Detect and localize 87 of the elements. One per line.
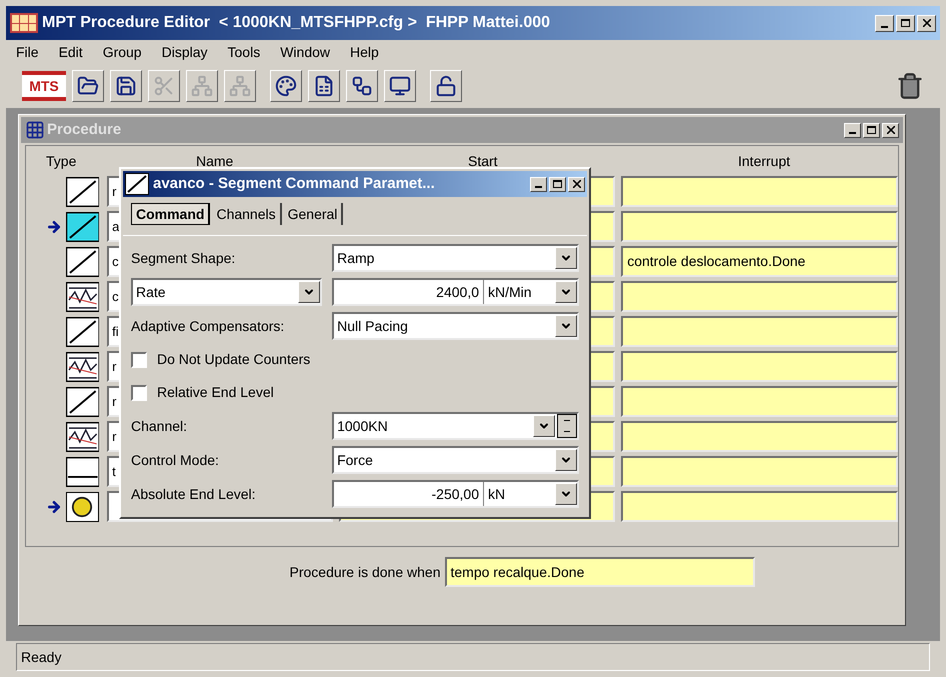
checkbox-label: Relative End Level [157,383,274,402]
dropdown-arrow-button[interactable] [555,449,577,471]
ramp-icon[interactable] [66,176,100,206]
interrupt-field[interactable]: controle deslocamento.Done [621,246,898,277]
rate-value-field[interactable]: 2400,0 kN/Min [332,278,579,306]
ramp-icon[interactable] [66,246,100,276]
dialog-tab[interactable]: Channels [212,203,282,225]
done-condition-label: Procedure is done when [290,562,440,582]
monitor-icon[interactable] [384,70,416,102]
select-field[interactable]: Force [332,446,579,474]
close-icon [572,180,580,188]
interrupt-field[interactable] [621,491,898,522]
menu-item[interactable]: File [16,42,39,62]
ramp-icon[interactable] [66,386,100,416]
spinner-button[interactable] [557,414,577,438]
select-field[interactable]: Null Pacing [332,312,579,340]
column-header: Type [45,152,78,171]
ramp-icon [125,173,149,195]
procedure-title: Procedure [47,120,122,140]
field-label: Control Mode: [131,450,220,470]
maximize-button[interactable] [863,122,880,138]
column-header: Interrupt [737,152,792,171]
select-field[interactable]: 1000KN [332,412,579,440]
select-field[interactable]: Ramp [332,244,579,272]
field-label: Adaptive Compensators: [131,316,286,336]
interrupt-field[interactable] [621,176,898,207]
rate-mode-dropdown[interactable]: Rate [131,278,322,306]
wave-chart-icon[interactable] [66,422,100,452]
number-field[interactable]: -250,00 kN [332,480,579,508]
dropdown-arrow-button[interactable] [555,247,577,269]
column-header: Start [467,152,499,171]
field-label: Segment Shape: [131,248,236,268]
field-label: Absolute End Level: [131,484,257,504]
grid-icon [25,120,45,140]
dropdown-arrow-button[interactable] [533,415,555,437]
spreadsheet-icon[interactable] [308,70,340,102]
checkbox-label: Do Not Update Counters [157,350,310,369]
menu-item[interactable]: Help [350,42,379,62]
unlock-icon[interactable] [430,70,462,102]
interrupt-field[interactable] [621,281,898,312]
dialog-title: avanco - Segment Command Paramet... [153,174,436,194]
checkbox[interactable] [131,384,147,400]
interrupt-field[interactable] [621,316,898,347]
ramp-icon[interactable] [66,212,100,242]
window-title: MPT Procedure Editor < 1000KN_MTSFHPP.cfg > FHPP Mattei.000 [42,13,552,33]
close-icon [886,126,894,134]
mts-logo[interactable]: MTS [22,71,66,101]
menu-item[interactable]: Group [102,42,142,62]
close-button[interactable] [568,176,585,192]
ramp-icon[interactable] [66,316,100,346]
dialog-tab[interactable]: Command [131,203,210,225]
wave-chart-icon[interactable] [66,352,100,382]
flat-line-icon[interactable] [66,456,100,486]
maximize-button[interactable] [549,176,566,192]
workflow-icon[interactable] [346,70,378,102]
maximize-button[interactable] [896,14,915,32]
minimize-button[interactable] [530,176,547,192]
palette-icon[interactable] [270,70,302,102]
folder-icon[interactable] [72,70,104,102]
menu-item[interactable]: Display [162,42,208,62]
dropdown-arrow-button[interactable] [555,483,577,505]
menu-item[interactable]: Tools [228,42,260,62]
interrupt-field[interactable] [621,351,898,382]
interrupt-field[interactable] [621,386,898,417]
trash-can-icon[interactable] [896,72,924,100]
menu-item[interactable]: Edit [58,42,83,62]
menu-item[interactable]: Window [280,42,330,62]
close-icon [922,19,930,27]
close-button[interactable] [882,122,899,138]
minimize-button[interactable] [875,14,894,32]
app-icon [10,13,38,33]
dropdown-arrow-button[interactable] [555,281,577,303]
interrupt-field[interactable] [621,456,898,487]
column-header: Name [195,152,234,171]
status-bar: Ready [16,643,930,671]
minimize-button[interactable] [844,122,861,138]
interrupt-field[interactable] [621,421,898,452]
dropdown-arrow-button[interactable] [298,281,320,303]
checkbox[interactable] [131,352,147,368]
dialog-tab[interactable]: General [284,203,344,225]
save-icon[interactable] [110,70,142,102]
close-button[interactable] [917,14,936,32]
field-label: Channel: [131,416,188,436]
dropdown-arrow-button[interactable] [555,315,577,337]
done-condition-field[interactable]: tempo recalque.Done [444,557,754,587]
interrupt-field[interactable] [621,211,898,242]
wave-chart-icon[interactable] [66,282,100,312]
